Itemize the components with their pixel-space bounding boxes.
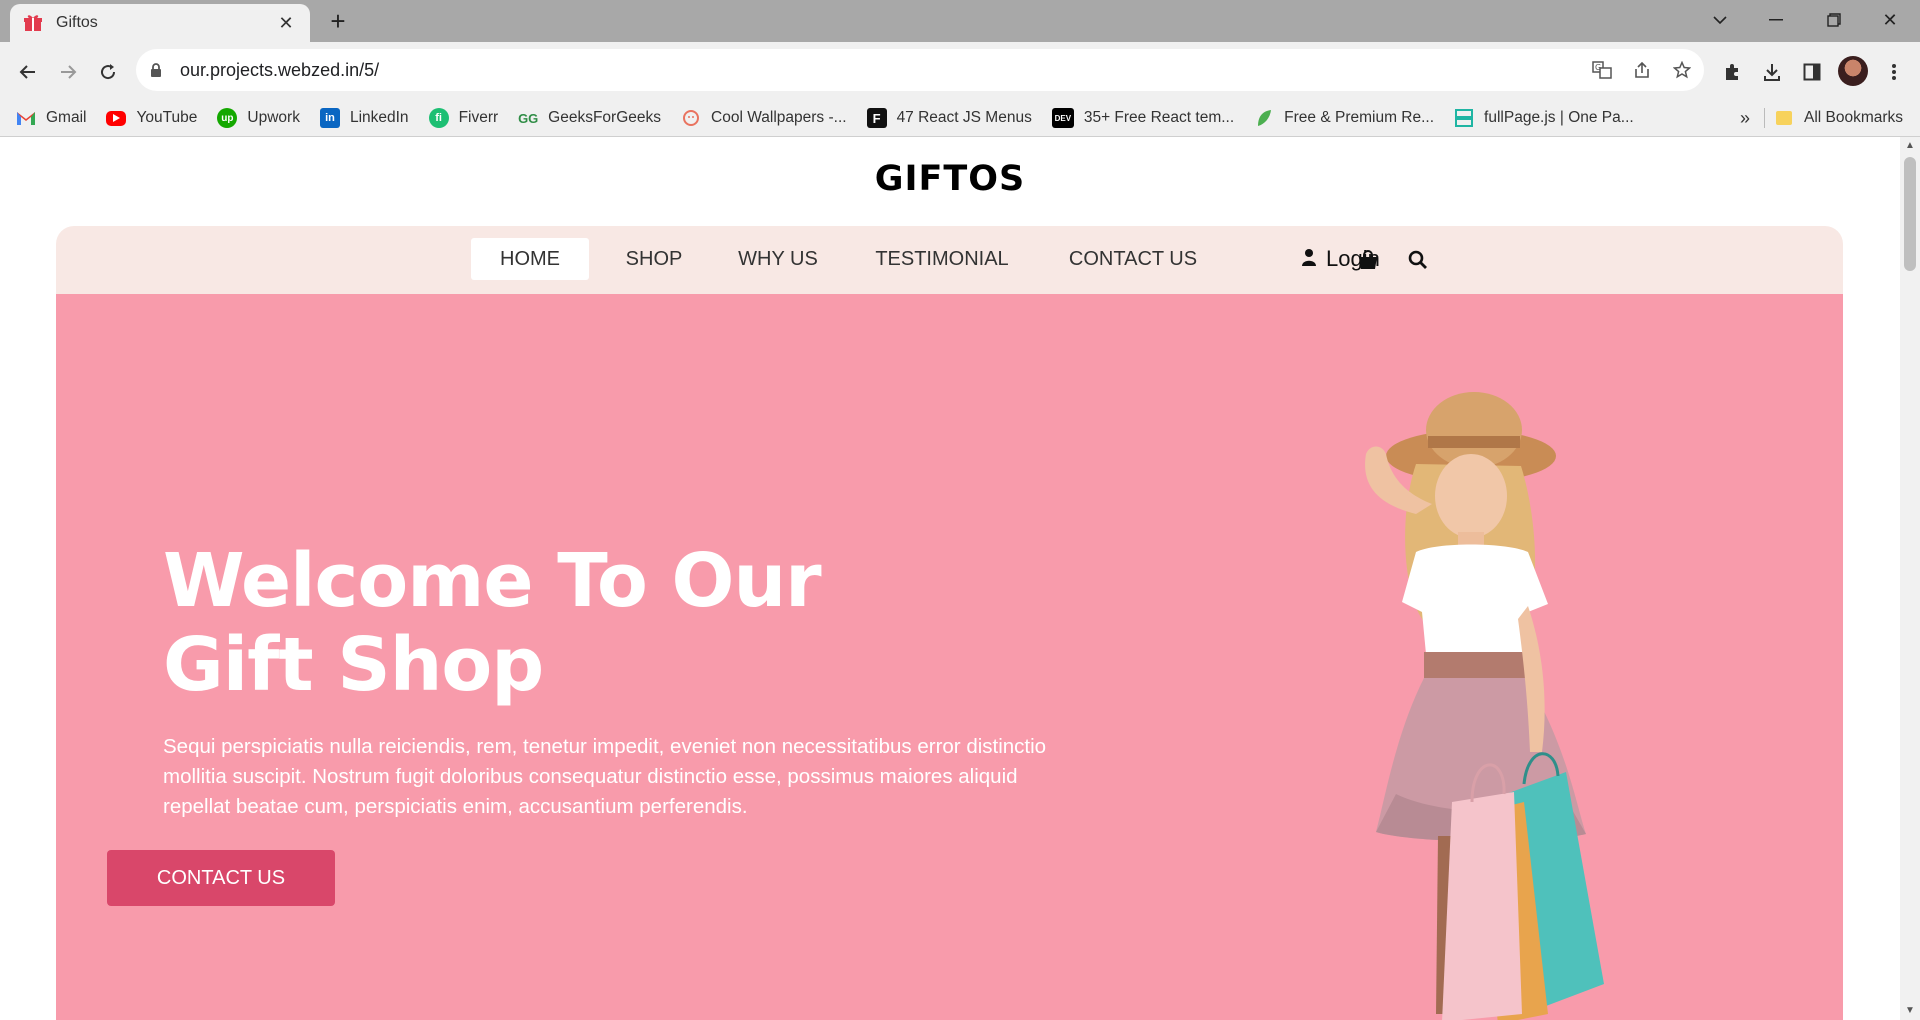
nav-testimonial[interactable]: TESTIMONIAL: [860, 238, 1024, 280]
page-scrollbar[interactable]: ▲ ▼: [1900, 137, 1920, 1020]
download-icon[interactable]: [1754, 54, 1790, 90]
bookmark-react-menus[interactable]: F 47 React JS Menus: [866, 108, 1032, 128]
back-button[interactable]: [10, 54, 46, 90]
tab-title: Giftos: [56, 14, 98, 31]
more-bookmarks-button[interactable]: »: [1740, 98, 1750, 138]
bookmark-fiverr[interactable]: fi Fiverr: [428, 108, 498, 128]
side-panel-icon[interactable]: [1794, 54, 1830, 90]
address-bar[interactable]: our.projects.webzed.in/5/ G: [136, 49, 1704, 91]
upwork-icon: up: [217, 108, 238, 128]
geeksforgeeks-icon: GG: [518, 110, 539, 126]
bookmark-youtube[interactable]: YouTube: [106, 109, 197, 127]
translate-icon[interactable]: G: [1584, 52, 1620, 88]
contact-us-button[interactable]: CONTACT US: [107, 850, 335, 906]
profile-avatar[interactable]: [1838, 56, 1868, 86]
close-window-button[interactable]: ✕: [1862, 0, 1918, 40]
bookmark-free-premium[interactable]: Free & Premium Re...: [1254, 108, 1434, 128]
bookmarks-divider: [1764, 108, 1765, 128]
user-icon: [1302, 246, 1316, 272]
main-nav: HOME SHOP WHY US TESTIMONIAL CONTACT US …: [56, 226, 1843, 294]
girl-with-shopping-bags-image: [1365, 392, 1604, 1020]
f-icon: F: [866, 108, 887, 128]
restore-button[interactable]: [1806, 0, 1862, 40]
forward-button[interactable]: [50, 54, 86, 90]
fullpage-icon: [1454, 108, 1474, 128]
nav-shop[interactable]: SHOP: [611, 238, 697, 280]
bookmark-react-templates[interactable]: DEV 35+ Free React tem...: [1051, 108, 1234, 128]
close-tab-icon[interactable]: ✕: [274, 13, 298, 34]
search-icon[interactable]: [1406, 248, 1430, 272]
minimize-button[interactable]: [1748, 0, 1804, 40]
svg-text:G: G: [1595, 63, 1601, 72]
dev-icon: DEV: [1051, 108, 1074, 128]
leaf-icon: [1254, 108, 1274, 128]
youtube-icon: [106, 110, 127, 126]
extensions-puzzle-icon[interactable]: [1714, 54, 1750, 90]
folder-icon: [1776, 111, 1792, 125]
bookmark-geeksforgeeks[interactable]: GG GeeksForGeeks: [518, 108, 661, 128]
scrollbar-thumb[interactable]: [1904, 157, 1916, 271]
linkedin-icon: in: [319, 108, 340, 128]
all-bookmarks-button[interactable]: All Bookmarks: [1776, 98, 1903, 138]
hero-title: Welcome To Our Gift Shop: [163, 538, 822, 708]
lock-icon[interactable]: [150, 62, 168, 78]
scroll-down-arrow-icon[interactable]: ▼: [1900, 1002, 1920, 1020]
bookmark-fullpage[interactable]: fullPage.js | One Pa...: [1454, 108, 1634, 128]
tab-search-icon[interactable]: [1692, 0, 1748, 40]
gmail-icon: [16, 108, 36, 128]
reload-button[interactable]: [90, 54, 126, 90]
browser-tab[interactable]: Giftos ✕: [10, 4, 310, 42]
nav-contact-us[interactable]: CONTACT US: [1046, 238, 1220, 280]
bookmarks-bar: Gmail YouTube up Upwork in LinkedIn fi F…: [0, 98, 1920, 138]
fiverr-icon: fi: [428, 108, 449, 128]
bookmark-upwork[interactable]: up Upwork: [217, 108, 300, 128]
nav-why-us[interactable]: WHY US: [720, 238, 836, 280]
page-viewport: GIFTOS HOME SHOP WHY US TESTIMONIAL CONT…: [0, 137, 1900, 1020]
site-logo[interactable]: GIFTOS: [0, 159, 1900, 199]
url-text[interactable]: our.projects.webzed.in/5/: [180, 60, 1584, 81]
hero-description: Sequi perspiciatis nulla reiciendis, rem…: [163, 735, 1047, 818]
bookmark-cool-wallpapers[interactable]: Cool Wallpapers -...: [681, 108, 847, 128]
nav-home[interactable]: HOME: [471, 238, 589, 280]
bookmark-linkedin[interactable]: in LinkedIn: [319, 108, 409, 128]
new-tab-button[interactable]: +: [322, 6, 354, 38]
bookmark-gmail[interactable]: Gmail: [16, 108, 86, 128]
shopping-bag-icon[interactable]: [1356, 248, 1380, 272]
share-icon[interactable]: [1624, 52, 1660, 88]
browser-tab-bar: Giftos ✕ + ✕: [0, 0, 1920, 42]
scroll-up-arrow-icon[interactable]: ▲: [1900, 137, 1920, 155]
gift-icon: [22, 12, 44, 34]
wallpapers-icon: [681, 108, 701, 128]
star-bookmark-icon[interactable]: [1664, 52, 1700, 88]
hero-section: Welcome To Our Gift Shop Sequi perspicia…: [56, 294, 1843, 1020]
kebab-menu-icon[interactable]: [1876, 54, 1912, 90]
browser-toolbar: our.projects.webzed.in/5/ G Gmail YouTub…: [0, 42, 1920, 138]
